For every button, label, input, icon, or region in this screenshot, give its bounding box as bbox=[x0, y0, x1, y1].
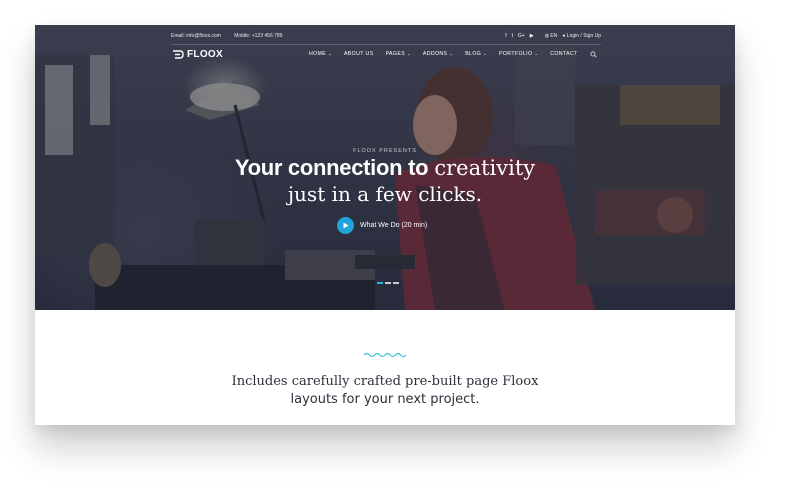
wave-divider-icon bbox=[364, 352, 406, 358]
video-link[interactable]: What We Do (20 min) bbox=[337, 217, 427, 234]
chevron-down-icon: ⌄ bbox=[534, 51, 539, 56]
play-button[interactable] bbox=[337, 217, 354, 234]
hero-headline-line2: just in a few clicks. bbox=[287, 182, 483, 206]
mobile-text: Mobile: +123 456 789 bbox=[234, 33, 283, 39]
language-selector[interactable]: ◍ EN bbox=[545, 33, 558, 39]
chevron-down-icon: ⌄ bbox=[483, 51, 487, 56]
intro-section: Includes carefully crafted pre-built pag… bbox=[35, 310, 735, 425]
video-label: What We Do (20 min) bbox=[360, 222, 428, 229]
slider-pagination bbox=[377, 282, 399, 284]
hero-section: Email: info@floox.com Mobile: +123 456 7… bbox=[35, 25, 735, 310]
facebook-icon[interactable]: f bbox=[505, 33, 506, 39]
top-bar: Email: info@floox.com Mobile: +123 456 7… bbox=[171, 31, 601, 45]
main-navigation: HOME ⌄ ABOUT US PAGES ⌄ ADDONS ⌄ BLOG ⌄ PORT… bbox=[309, 49, 597, 59]
nav-label: ABOUT US bbox=[343, 51, 374, 57]
nav-label: CONTACT bbox=[550, 51, 578, 57]
slider-dot-3[interactable] bbox=[393, 282, 399, 284]
top-bar-actions: f t G+ ▶ ◍ EN ● Login / Sign Up bbox=[505, 33, 601, 39]
play-icon bbox=[343, 222, 349, 229]
nav-label: HOME bbox=[309, 51, 327, 57]
hero-headline-line1: Your connection to creativity bbox=[35, 155, 735, 181]
nav-item-pages[interactable]: PAGES ⌄ bbox=[386, 51, 411, 57]
screenshot-frame: Email: info@floox.com Mobile: +123 456 7… bbox=[35, 25, 735, 425]
slider-dot-2[interactable] bbox=[385, 282, 391, 284]
nav-label: ADDONS bbox=[422, 51, 448, 57]
chevron-down-icon: ⌄ bbox=[449, 51, 454, 56]
slider-dot-1[interactable] bbox=[377, 282, 383, 284]
nav-item-addons[interactable]: ADDONS ⌄ bbox=[423, 51, 453, 57]
brand-logo[interactable]: FLOOX bbox=[172, 49, 223, 60]
search-icon[interactable] bbox=[590, 50, 597, 58]
youtube-icon[interactable]: ▶ bbox=[530, 33, 534, 39]
nav-item-contact[interactable]: CONTACT bbox=[550, 51, 578, 57]
globe-icon: ◍ bbox=[544, 33, 550, 39]
headline-bold-part: Your connection to bbox=[234, 155, 429, 180]
twitter-icon[interactable]: t bbox=[512, 33, 513, 39]
intro-text-line2: layouts for your next project. bbox=[290, 392, 480, 407]
top-bar-divider bbox=[171, 44, 601, 45]
language-label: EN bbox=[550, 33, 558, 39]
chevron-down-icon: ⌄ bbox=[328, 51, 332, 56]
login-link[interactable]: ● Login / Sign Up bbox=[562, 33, 601, 39]
contact-info: Email: info@floox.com Mobile: +123 456 7… bbox=[171, 33, 294, 39]
chevron-down-icon: ⌄ bbox=[407, 51, 411, 56]
nav-label: PAGES bbox=[385, 51, 406, 57]
nav-item-blog[interactable]: BLOG ⌄ bbox=[465, 51, 487, 57]
user-icon: ● bbox=[562, 33, 566, 39]
intro-text-line1: Includes carefully crafted pre-built pag… bbox=[231, 374, 539, 389]
brand-name: FLOOX bbox=[187, 49, 223, 60]
email-text[interactable]: Email: info@floox.com bbox=[171, 33, 221, 39]
nav-item-home[interactable]: HOME ⌄ bbox=[309, 51, 332, 57]
login-label: Login / Sign Up bbox=[566, 33, 601, 39]
nav-item-portfolio[interactable]: PORTFOLIO ⌄ bbox=[499, 51, 538, 57]
nav-item-about-us[interactable]: ABOUT US bbox=[344, 51, 374, 57]
headline-serif-part: creativity bbox=[434, 156, 536, 180]
hero-eyebrow: FLOOX PRESENTS bbox=[353, 148, 417, 154]
logo-mark-icon bbox=[173, 50, 184, 59]
nav-label: PORTFOLIO bbox=[498, 51, 533, 57]
google-plus-icon[interactable]: G+ bbox=[518, 33, 525, 39]
nav-label: BLOG bbox=[465, 51, 482, 57]
